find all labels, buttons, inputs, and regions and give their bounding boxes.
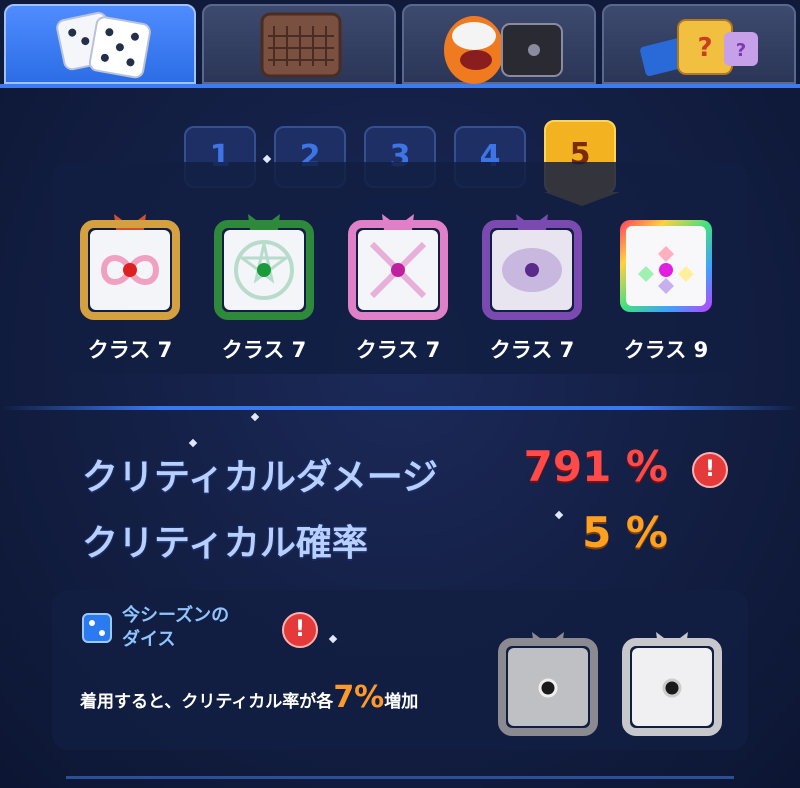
season-dice-2[interactable] [620, 632, 724, 736]
deck-dice-5-class: クラス 9 [623, 338, 709, 362]
crit-damage-label: クリティカルダメージ [82, 457, 439, 498]
deck-panel: クラス 7 クラス 7 クラス 7 クラス 7 クラス 9 [52, 162, 748, 374]
mystery-box-icon: ? ? [640, 19, 758, 76]
sparkle-icon [250, 412, 260, 422]
tab-board[interactable] [202, 4, 396, 84]
eye-dice-icon [482, 214, 582, 320]
season-desc-pct: 7% [333, 680, 385, 715]
rainbow-dice-icon [620, 220, 712, 312]
deck-dice-2[interactable] [208, 210, 320, 322]
star-dice-icon [214, 214, 314, 320]
deck-dice-3-class: クラス 7 [355, 338, 441, 362]
deck-dice-1[interactable] [74, 210, 186, 322]
crit-rate-label: クリティカル確率 [82, 523, 368, 564]
season-title: 今シーズンの ダイス [122, 605, 230, 650]
crit-rate-value: 5 % [582, 508, 668, 557]
dice-icon [56, 11, 151, 79]
board-icon [260, 12, 342, 78]
sparkle-icon [188, 438, 198, 448]
crit-damage-alert-icon[interactable]: ! [692, 452, 728, 488]
season-description: 着用すると、クリティカル率が各7%増加 [80, 680, 418, 715]
season-dice-icon [82, 613, 112, 643]
deck-dice-1-class: クラス 7 [87, 338, 173, 362]
deck-dice-4[interactable] [476, 210, 588, 322]
deck-dice-5[interactable] [610, 210, 722, 322]
season-desc-prefix: 着用すると、クリティカル率が各 [80, 692, 334, 712]
infinity-dice-icon [80, 214, 180, 320]
svg-text:?: ? [736, 40, 746, 61]
season-alert-icon[interactable]: ! [282, 612, 318, 648]
sword-dice-icon [348, 214, 448, 320]
season-dice-1[interactable] [496, 632, 600, 736]
bottom-divider [66, 776, 734, 779]
deck-dice-3[interactable] [342, 210, 454, 322]
tab-shop[interactable]: ? ? [602, 4, 796, 84]
mascot-icon [444, 16, 563, 84]
tab-dice[interactable] [4, 4, 196, 84]
tab-mascot[interactable] [402, 4, 596, 84]
section-divider [0, 406, 800, 410]
tab-underline [0, 84, 800, 88]
light-dice-icon [622, 632, 722, 736]
sparkle-icon [554, 510, 564, 520]
season-desc-suffix: 増加 [384, 692, 419, 712]
crit-damage-value: 791 % [523, 442, 668, 491]
shadow-dice-icon [498, 632, 598, 736]
deck-dice-2-class: クラス 7 [221, 338, 307, 362]
svg-text:?: ? [697, 33, 712, 63]
deck-dice-4-class: クラス 7 [489, 338, 575, 362]
tab-bar: ? ? [0, 0, 800, 88]
